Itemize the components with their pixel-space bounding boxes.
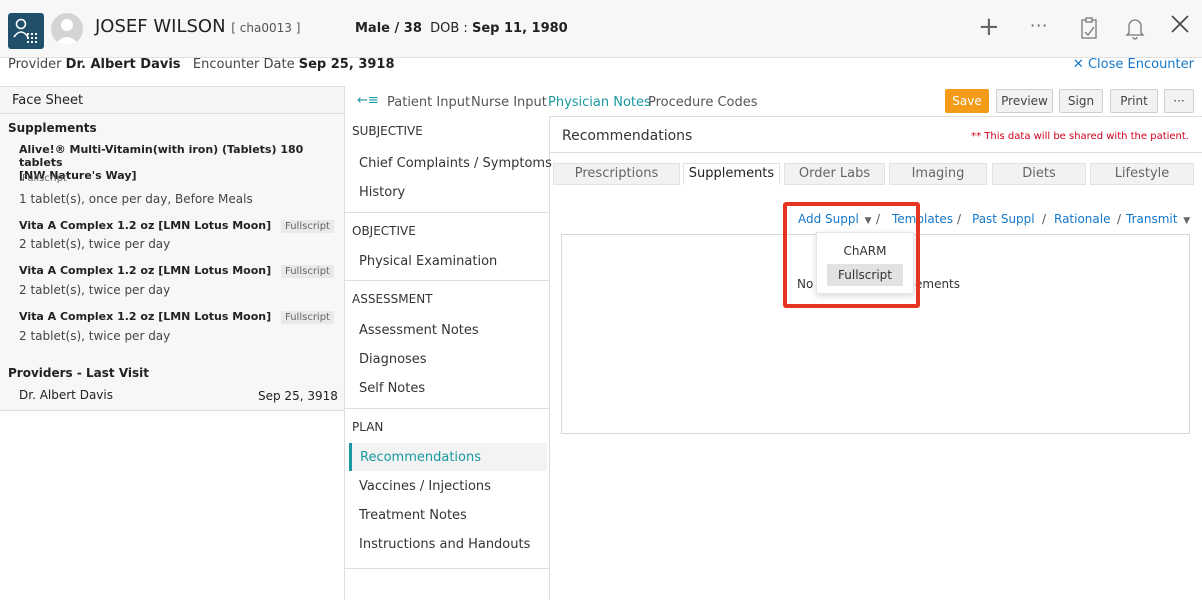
nav-assessment-notes[interactable]: Assessment Notes xyxy=(359,323,479,338)
nav-treatment-notes[interactable]: Treatment Notes xyxy=(359,508,467,523)
plus-icon[interactable]: + xyxy=(978,12,1000,42)
section-divider xyxy=(345,212,549,213)
patient-name: JOSEF WILSON [ cha0013 ] xyxy=(95,16,300,37)
section-divider xyxy=(345,408,549,409)
supplement-item[interactable]: Vita A Complex 1.2 oz [LMN Lotus Moon] F… xyxy=(19,219,334,233)
more-horizontal-icon[interactable]: ··· xyxy=(1030,16,1048,35)
patient-header: JOSEF WILSON [ cha0013 ] Male / 38 DOB :… xyxy=(0,0,1202,58)
clipboard-icon[interactable] xyxy=(1079,16,1099,46)
transmit-label: Transmit xyxy=(1126,212,1178,226)
subtab-imaging[interactable]: Imaging xyxy=(889,163,987,185)
subtab-prescriptions[interactable]: Prescriptions xyxy=(553,163,680,185)
facesheet-title: Face Sheet xyxy=(12,93,84,108)
supplement-source-tag: Fullscript xyxy=(281,311,334,324)
facesheet-header: Face Sheet xyxy=(0,86,345,114)
provider-row-date: Sep 25, 3918 xyxy=(258,389,338,403)
nav-history[interactable]: History xyxy=(359,185,405,200)
section-assessment: ASSESSMENT xyxy=(352,292,433,306)
transmit-dropdown[interactable]: Transmit ▼ xyxy=(1126,212,1190,226)
supplement-dose: 2 tablet(s), twice per day xyxy=(19,283,171,297)
subtab-lifestyle[interactable]: Lifestyle xyxy=(1090,163,1194,185)
bell-icon[interactable] xyxy=(1125,16,1145,46)
supplement-brand: [LMN Lotus Moon] xyxy=(158,264,272,277)
encounter-bar: Provider Dr. Albert Davis Encounter Date… xyxy=(0,54,1202,78)
supplement-brand: [LMN Lotus Moon] xyxy=(158,310,272,323)
supplement-item[interactable]: Vita A Complex 1.2 oz [LMN Lotus Moon] F… xyxy=(19,264,334,278)
print-button[interactable]: Print xyxy=(1110,89,1158,113)
preview-button[interactable]: Preview xyxy=(996,89,1053,113)
tab-procedure-codes[interactable]: Procedure Codes xyxy=(648,95,758,110)
supplements-heading: Supplements xyxy=(8,121,97,135)
encounter-date-value: Sep 25, 3918 xyxy=(298,57,395,72)
supplement-item[interactable]: Vita A Complex 1.2 oz [LMN Lotus Moon] F… xyxy=(19,310,334,324)
patient-name-text: JOSEF WILSON xyxy=(95,16,226,37)
supplement-source-tag: Fullscript xyxy=(281,220,334,233)
section-divider xyxy=(345,280,549,281)
section-objective: OBJECTIVE xyxy=(352,224,416,238)
nav-vaccines-injections[interactable]: Vaccines / Injections xyxy=(359,479,491,494)
dob-value: Sep 11, 1980 xyxy=(471,21,568,36)
title-divider xyxy=(550,152,1202,153)
collapse-panel-icon[interactable]: ←≡ xyxy=(357,93,379,108)
separator: / xyxy=(957,212,962,226)
supplement-dose: 2 tablet(s), twice per day xyxy=(19,237,171,251)
nav-self-notes[interactable]: Self Notes xyxy=(359,381,425,396)
tab-nurse-input[interactable]: Nurse Input xyxy=(471,95,547,110)
supplement-brand: [LMN Lotus Moon] xyxy=(158,219,272,232)
provider-row-name[interactable]: Dr. Albert Davis xyxy=(19,388,113,402)
more-actions-button[interactable]: ··· xyxy=(1164,89,1194,113)
section-subjective: SUBJECTIVE xyxy=(352,124,423,138)
section-divider xyxy=(345,568,549,569)
close-icon[interactable] xyxy=(1170,14,1190,40)
app-logo-icon[interactable] xyxy=(8,13,44,49)
subtab-order-labs[interactable]: Order Labs xyxy=(784,163,885,185)
subtab-diets[interactable]: Diets xyxy=(992,163,1086,185)
highlight-annotation-box xyxy=(783,202,920,308)
page-title: Recommendations xyxy=(562,128,693,144)
subtab-supplements[interactable]: Supplements xyxy=(683,163,780,185)
nav-recommendations[interactable]: Recommendations xyxy=(360,450,481,465)
gender-age: Male / 38 xyxy=(355,21,422,36)
nav-physical-examination[interactable]: Physical Examination xyxy=(359,254,497,269)
save-button[interactable]: Save xyxy=(945,89,989,113)
facesheet-panel: Supplements Alive!® Multi-Vitamin(with i… xyxy=(0,114,345,410)
past-supplements-link[interactable]: Past Suppl xyxy=(972,212,1035,226)
provider-name: Dr. Albert Davis xyxy=(65,57,181,72)
supplement-name: Vita A Complex 1.2 oz xyxy=(19,264,155,277)
encounter-date-label: Encounter Date xyxy=(192,57,295,72)
rationale-link[interactable]: Rationale xyxy=(1054,212,1110,226)
patient-avatar[interactable] xyxy=(51,13,83,45)
shared-data-note: ** This data will be shared with the pat… xyxy=(971,131,1189,142)
tab-physician-notes[interactable]: Physician Notes xyxy=(548,95,651,110)
nav-chief-complaints[interactable]: Chief Complaints / Symptoms xyxy=(359,156,552,171)
close-encounter-label: Close Encounter xyxy=(1087,57,1194,72)
middle-divider xyxy=(549,116,550,600)
separator: / xyxy=(1042,212,1047,226)
supplement-name: Vita A Complex 1.2 oz xyxy=(19,219,155,232)
note-tabs-bar: ←≡ Patient Input Nurse Input Physician N… xyxy=(345,86,1202,116)
supplement-name: Alive!® Multi-Vitamin(with iron) (Tablet… xyxy=(19,143,304,169)
nav-diagnoses[interactable]: Diagnoses xyxy=(359,352,427,367)
supplement-name: Vita A Complex 1.2 oz xyxy=(19,310,155,323)
supplement-source-tag: Fullscript xyxy=(281,265,334,278)
caret-down-icon: ▼ xyxy=(1183,216,1191,226)
providers-heading: Providers - Last Visit xyxy=(8,366,149,380)
section-plan: PLAN xyxy=(352,420,384,434)
separator: / xyxy=(1117,212,1122,226)
patient-demographics: Male / 38 DOB : Sep 11, 1980 xyxy=(355,21,568,36)
empty-state-text-end: ements xyxy=(915,277,961,291)
supplement-source: Fullscript xyxy=(22,173,67,184)
facesheet-bottom-divider xyxy=(0,410,345,411)
patient-id: [ cha0013 ] xyxy=(231,21,301,35)
x-icon: ✕ xyxy=(1072,57,1084,72)
dob-label: DOB : xyxy=(430,21,468,36)
supplement-dose: 1 tablet(s), once per day, Before Meals xyxy=(19,192,253,206)
tab-patient-input[interactable]: Patient Input xyxy=(387,95,470,110)
sign-button[interactable]: Sign xyxy=(1059,89,1103,113)
supplement-dose: 2 tablet(s), twice per day xyxy=(19,329,171,343)
close-encounter-button[interactable]: ✕ Close Encounter xyxy=(1073,57,1194,72)
provider-label: Provider xyxy=(8,57,62,72)
nav-instructions-handouts[interactable]: Instructions and Handouts xyxy=(359,537,530,552)
